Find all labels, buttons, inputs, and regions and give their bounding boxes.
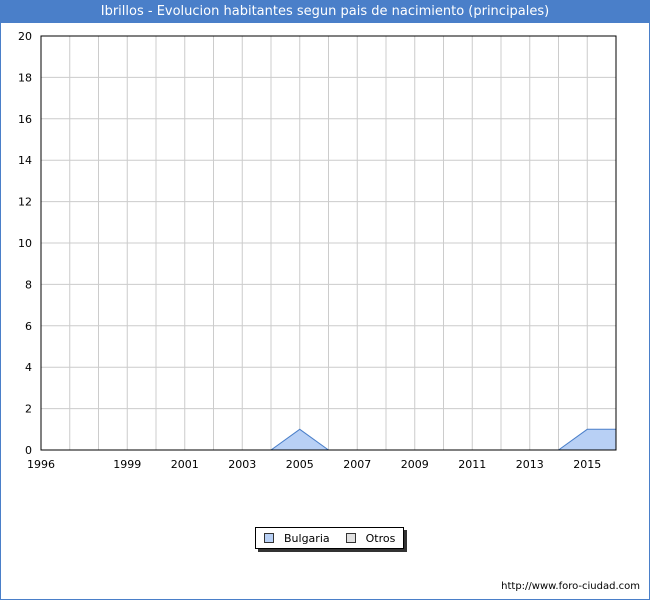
chart-plot: 0 2 4 6 8 10 12 14 16 18 20 1996 1999 2001 2003 2005 20… <box>18 30 617 471</box>
x-tick-label: 2013 <box>516 458 544 471</box>
y-tick-label: 8 <box>25 278 32 291</box>
y-tick-label: 20 <box>18 30 32 43</box>
y-tick-label: 2 <box>25 403 32 416</box>
y-tick-label: 0 <box>25 444 32 457</box>
y-tick-label: 6 <box>25 320 32 333</box>
legend-label-bulgaria: Bulgaria <box>284 531 330 545</box>
legend-item-bulgaria: Bulgaria <box>264 532 330 545</box>
x-tick-labels: 1996 1999 2001 2003 2005 2007 2009 2011 2013 2015 <box>27 458 601 471</box>
x-tick-label: 2015 <box>573 458 601 471</box>
x-tick-label: 2001 <box>171 458 199 471</box>
legend-swatch-bulgaria <box>264 533 274 543</box>
x-tick-label: 2003 <box>228 458 256 471</box>
y-tick-label: 10 <box>18 237 32 250</box>
legend-item-otros: Otros <box>345 531 396 545</box>
footer-url: http://www.foro-ciudad.com <box>501 581 640 592</box>
y-tick-labels: 0 2 4 6 8 10 12 14 16 18 20 <box>18 30 32 457</box>
legend: Bulgaria Otros <box>255 527 405 549</box>
x-tick-label: 2007 <box>343 458 371 471</box>
y-tick-label: 16 <box>18 113 32 126</box>
y-tick-label: 18 <box>18 71 32 84</box>
chart-frame: Ibrillos - Evolucion habitantes segun pa… <box>0 0 650 600</box>
x-tick-label: 2009 <box>401 458 429 471</box>
y-tick-label: 4 <box>25 361 32 374</box>
x-tick-label: 2005 <box>286 458 314 471</box>
y-tick-label: 14 <box>18 154 32 167</box>
x-tick-label: 2011 <box>458 458 486 471</box>
legend-swatch-otros <box>345 533 356 543</box>
x-tick-label: 1996 <box>27 458 55 471</box>
x-tick-label: 1999 <box>113 458 141 471</box>
y-tick-label: 12 <box>18 196 32 209</box>
legend-label-otros: Otros <box>365 531 396 545</box>
grid-lines <box>41 36 616 450</box>
